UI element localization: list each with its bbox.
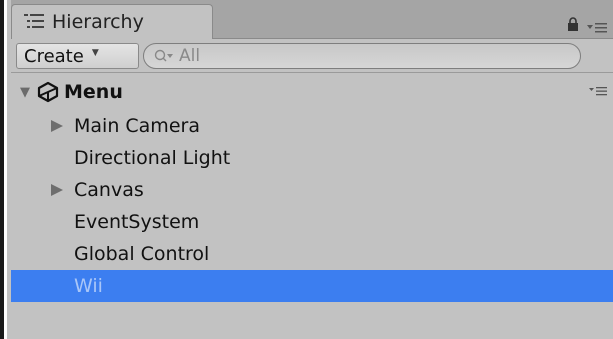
- search-placeholder: All: [179, 46, 201, 66]
- tree-item-wii[interactable]: Wii: [11, 270, 613, 302]
- tree-item-label: EventSystem: [74, 211, 200, 233]
- tree-item-eventsystem[interactable]: EventSystem: [11, 206, 613, 238]
- lock-icon[interactable]: [567, 17, 579, 31]
- tab-strip: Hierarchy: [11, 0, 613, 39]
- tab-hierarchy[interactable]: Hierarchy: [11, 4, 213, 39]
- search-icon: [154, 49, 173, 62]
- scene-row[interactable]: ▼ Menu: [11, 74, 613, 110]
- scene-menu-icon[interactable]: [589, 86, 607, 96]
- hierarchy-panel: Hierarchy Create ▼ All ▼ Menu Main Camer…: [7, 0, 613, 339]
- scene-name: Menu: [64, 81, 123, 103]
- tree-item-canvas[interactable]: Canvas: [11, 174, 613, 206]
- tree-item-label: Canvas: [74, 179, 144, 201]
- tree-item-label: Main Camera: [74, 115, 200, 137]
- hierarchy-toolbar: Create ▼ All: [11, 39, 613, 73]
- tree-item-label: Global Control: [74, 243, 210, 265]
- search-input[interactable]: All: [143, 43, 581, 69]
- dropdown-caret-icon: ▼: [91, 48, 99, 58]
- list-icon: [24, 14, 44, 28]
- tree-item-global-control[interactable]: Global Control: [11, 238, 613, 270]
- tree-item-directional-light[interactable]: Directional Light: [11, 142, 613, 174]
- expand-arrow-icon[interactable]: [51, 184, 63, 196]
- fold-open-icon[interactable]: ▼: [20, 85, 30, 100]
- create-label: Create: [24, 45, 84, 67]
- tab-title: Hierarchy: [52, 11, 144, 33]
- hierarchy-tree: ▼ Menu Main Camera Directional Light Can…: [11, 74, 613, 302]
- window-edge: [0, 0, 4, 339]
- tree-item-label: Directional Light: [74, 147, 231, 169]
- create-button[interactable]: Create ▼: [16, 43, 139, 69]
- panel-menu-icon[interactable]: [587, 22, 607, 34]
- tree-item-label: Wii: [74, 275, 103, 297]
- unity-scene-icon: [37, 81, 59, 103]
- tree-item-main-camera[interactable]: Main Camera: [11, 110, 613, 142]
- expand-arrow-icon[interactable]: [51, 120, 63, 132]
